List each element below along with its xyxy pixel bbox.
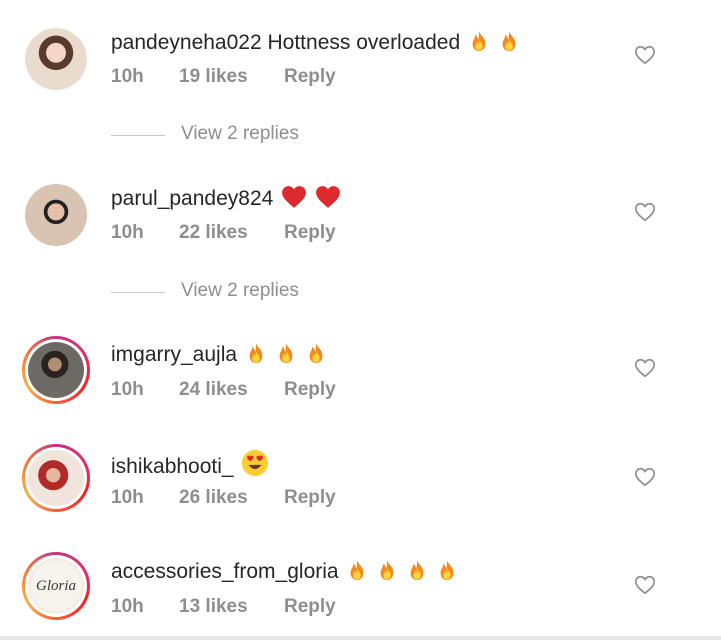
- comment-time: 10h: [111, 222, 144, 243]
- comment-text-line: ishikabhooti_: [111, 449, 269, 479]
- reply-button[interactable]: Reply: [284, 379, 336, 401]
- comment-text-line: imgarry_aujla: [111, 341, 327, 367]
- fire-icon: [436, 558, 458, 582]
- fire-icon: [305, 341, 327, 365]
- comment-username[interactable]: accessories_from_gloria: [111, 560, 339, 583]
- comment-time: 10h: [111, 66, 144, 87]
- avatar[interactable]: Gloria: [22, 552, 90, 620]
- fire-icon: [245, 341, 267, 365]
- comment-likes[interactable]: 26 likes: [179, 487, 248, 509]
- like-heart-icon[interactable]: [634, 574, 656, 596]
- comment-time: 10h: [111, 379, 144, 400]
- comment-username[interactable]: ishikabhooti_: [111, 455, 234, 478]
- like-heart-icon[interactable]: [634, 466, 656, 488]
- view-replies-label[interactable]: View 2 replies: [181, 123, 299, 145]
- fire-icon: [468, 29, 490, 53]
- fire-icon: [275, 341, 297, 365]
- view-replies-label[interactable]: View 2 replies: [181, 280, 299, 302]
- reply-button[interactable]: Reply: [284, 66, 336, 88]
- fire-icon: [406, 558, 428, 582]
- bottom-divider: [0, 636, 721, 640]
- comment-likes[interactable]: 13 likes: [179, 596, 248, 618]
- comment-likes[interactable]: 22 likes: [179, 222, 248, 244]
- comment-time: 10h: [111, 487, 144, 508]
- comment-text-line: accessories_from_gloria: [111, 558, 458, 584]
- comment-likes[interactable]: 19 likes: [179, 66, 248, 88]
- heart-eyes-icon: [241, 449, 269, 477]
- comment-likes[interactable]: 24 likes: [179, 379, 248, 401]
- comment-username[interactable]: imgarry_aujla: [111, 343, 237, 366]
- view-replies[interactable]: View 2 replies: [111, 123, 411, 147]
- reply-button[interactable]: Reply: [284, 222, 336, 244]
- gloria-logo: Gloria: [35, 577, 76, 594]
- fire-icon: [346, 558, 368, 582]
- comment-text: Hottness overloaded: [267, 31, 461, 54]
- avatar[interactable]: [25, 184, 87, 246]
- comment-text-line: parul_pandey824: [111, 185, 341, 211]
- like-heart-icon[interactable]: [634, 44, 656, 66]
- avatar[interactable]: [25, 28, 87, 90]
- red-heart-icon: [315, 185, 341, 209]
- comment-text-line: pandeyneha022 Hottness overloaded: [111, 29, 520, 55]
- like-heart-icon[interactable]: [634, 201, 656, 223]
- replies-divider: [111, 135, 165, 136]
- comment-time: 10h: [111, 596, 144, 617]
- avatar[interactable]: [22, 444, 90, 512]
- reply-button[interactable]: Reply: [284, 596, 336, 618]
- comment-username[interactable]: pandeyneha022: [111, 31, 262, 54]
- replies-divider: [111, 292, 165, 293]
- fire-icon: [376, 558, 398, 582]
- red-heart-icon: [281, 185, 307, 209]
- reply-button[interactable]: Reply: [284, 487, 336, 509]
- comment-username[interactable]: parul_pandey824: [111, 187, 273, 210]
- view-replies[interactable]: View 2 replies: [111, 280, 411, 304]
- like-heart-icon[interactable]: [634, 357, 656, 379]
- avatar[interactable]: [22, 336, 90, 404]
- fire-icon: [498, 29, 520, 53]
